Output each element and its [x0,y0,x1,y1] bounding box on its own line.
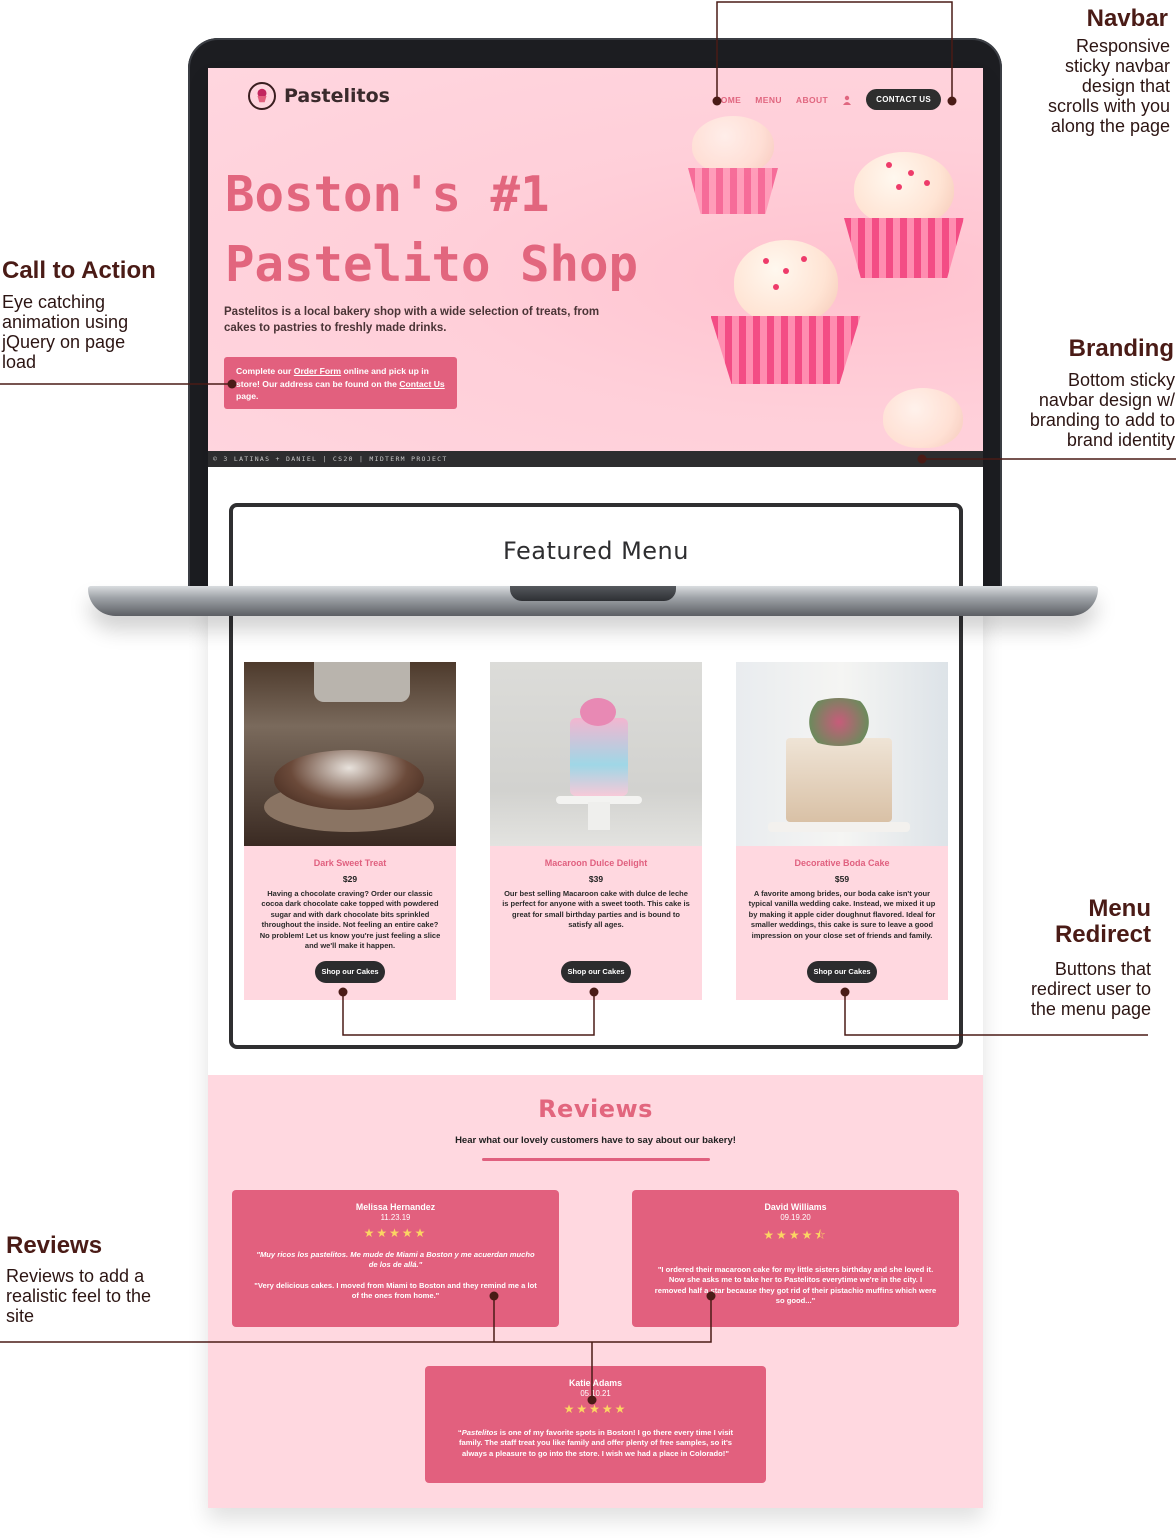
review-card: Katie Adams 05.10.21 ★★★★★ “Pastelitos i… [425,1366,766,1483]
menu-card: Macaroon Dulce Delight $39 Our best sell… [490,662,702,1000]
website-screenshot: Pastelitos HOME MENU ABOUT CONTACT US Bo… [208,68,983,1508]
review-text: "I ordered their macaroon cake for my li… [654,1265,937,1305]
contact-us-button[interactable]: CONTACT US [866,89,941,110]
menu-item-name: Decorative Boda Cake [794,858,890,868]
star-rating-icon: ★★★★★ [363,1226,428,1240]
review-text: “Pastelitos is one of my favorite spots … [457,1428,734,1458]
nav-home-link[interactable]: HOME [714,95,741,105]
annotation-line: design that [1081,76,1170,96]
annotation-line: along the page [1050,116,1170,136]
order-form-link[interactable]: Order Form [294,366,341,376]
star-rating-icon: ★★★★★ [563,1402,628,1416]
menu-item-price: $59 [834,874,850,884]
nav-menu-link[interactable]: MENU [755,95,782,105]
reviewer-name: Melissa Hernandez [355,1202,436,1212]
review-quote: "Muy ricos los pastelitos. Me mude de Mi… [256,1250,535,1270]
navbar-annotation-text: Responsive sticky navbar design that scr… [1000,36,1170,136]
reviews-section: Reviews Hear what our lovely customers h… [208,1075,983,1508]
hero-section: Pastelitos HOME MENU ABOUT CONTACT US Bo… [208,68,983,451]
review-card: Melissa Hernandez 11.23.19 ★★★★★ "Muy ri… [232,1190,559,1327]
brand-logo[interactable]: Pastelitos [248,82,390,110]
review-text-content: is one of my favorite spots in Boston! I… [458,1428,734,1458]
annotation-line: Menu [1088,895,1151,922]
review-card: David Williams 09.19.20 ★★★★⯪ "I ordered… [632,1190,959,1327]
annotation-line: animation using [2,312,129,332]
menu-card: Dark Sweet Treat $29 Having a chocolate … [244,662,456,1000]
nav-about-link[interactable]: ABOUT [796,95,828,105]
shop-cakes-button[interactable]: Shop our Cakes [561,961,631,983]
cupcake-logo-icon [248,82,276,110]
annotation-line: navbar design w/ [1038,390,1175,410]
reviews-subtitle: Hear what our lovely customers have to s… [455,1135,736,1146]
annotation-line: Responsive [1075,36,1170,56]
featured-menu-section: Featured Menu Dark Sweet Treat $29 Havin… [229,503,963,1049]
menu-item-price: $29 [342,874,358,884]
menu-redirect-annotation-title: Menu Redirect [1000,896,1151,948]
reviewer-name: Katie Adams [569,1378,622,1388]
branding-annotation-text: Bottom sticky navbar design w/ branding … [1000,370,1175,450]
reviews-title: Reviews [538,1095,653,1123]
contact-us-link[interactable]: Contact Us [399,379,444,389]
annotation-line: Buttons that [1054,959,1151,979]
cta-annotation-title: Call to Action [2,257,156,284]
wedding-cake-image [736,662,948,846]
hero-title: Boston's #1 Pastelito Shop [225,160,705,300]
cta-text: Complete our [236,366,294,376]
hero-description: Pastelitos is a local bakery shop with a… [224,306,600,334]
cta-text: page. [236,391,259,401]
reviews-annotation-text: Reviews to add a realistic feel to the s… [6,1266,196,1326]
annotation-line: Reviews to add a [6,1266,145,1286]
navbar-annotation-title: Navbar [1086,5,1168,32]
chocolate-cake-image [244,662,456,846]
navbar: Pastelitos HOME MENU ABOUT CONTACT US [208,68,983,130]
annotation-line: realistic feel to the [6,1286,152,1306]
review-date: 05.10.21 [580,1389,611,1398]
reviewer-name: David Williams [764,1202,827,1212]
annotation-line: Bottom sticky [1067,370,1175,390]
brand-name: Pastelitos [284,85,390,107]
menu-item-description: A favorite among brides, our boda cake i… [748,889,936,940]
annotation-line: load [2,352,37,372]
branding-annotation-title: Branding [1068,335,1174,362]
menu-item-price: $39 [588,874,604,884]
annotation-line: Redirect [1054,921,1151,948]
cupcake-image-front [703,238,868,388]
review-date: 09.19.20 [780,1213,811,1222]
menu-item-name: Macaroon Dulce Delight [544,858,648,868]
annotation-line: brand identity [1066,430,1175,450]
annotation-line: jQuery on page [2,332,126,352]
footer-credits: © 3 LATINAS + DANIEL | CS20 | MIDTERM PR… [213,455,448,463]
macaroon-cake-image [490,662,702,846]
menu-item-description: Having a chocolate craving? Order our cl… [259,889,441,951]
annotation-line: Eye catching [2,292,106,312]
cupcake-image-corner [868,388,978,451]
reviews-divider [482,1158,710,1161]
shop-cakes-button[interactable]: Shop our Cakes [315,961,385,983]
review-text: "Very delicious cakes. I moved from Miam… [254,1280,537,1300]
review-brand-mention: Pastelitos [461,1428,498,1437]
featured-menu-title: Featured Menu [503,537,689,565]
user-icon[interactable] [842,95,852,105]
menu-redirect-annotation-text: Buttons that redirect user to the menu p… [990,959,1151,1019]
menu-item-name: Dark Sweet Treat [313,858,387,868]
annotation-line: branding to add to [1029,410,1175,430]
hero-title-line-2: Pastelito Shop [225,236,639,293]
annotation-line: sticky navbar [1064,56,1170,76]
review-date: 11.23.19 [380,1213,411,1222]
annotation-line: site [6,1306,35,1326]
annotation-line: redirect user to [1030,979,1151,999]
laptop-hinge-notch [510,586,676,601]
menu-item-description: Our best selling Macaroon cake with dulc… [502,889,690,930]
shop-cakes-button[interactable]: Shop our Cakes [807,961,877,983]
star-rating-icon: ★★★★⯪ [763,1228,828,1242]
menu-card: Decorative Boda Cake $59 A favorite amon… [736,662,948,1000]
annotation-line: scrolls with you [1047,96,1170,116]
bottom-sticky-bar: © 3 LATINAS + DANIEL | CS20 | MIDTERM PR… [208,451,983,467]
cta-annotation-text: Eye catching animation using jQuery on p… [2,292,172,372]
reviews-annotation-title: Reviews [6,1232,103,1259]
call-to-action-box: Complete our Order Form online and pick … [224,357,457,409]
annotation-line: the menu page [1030,999,1151,1019]
hero-title-line-1: Boston's #1 [225,166,550,223]
